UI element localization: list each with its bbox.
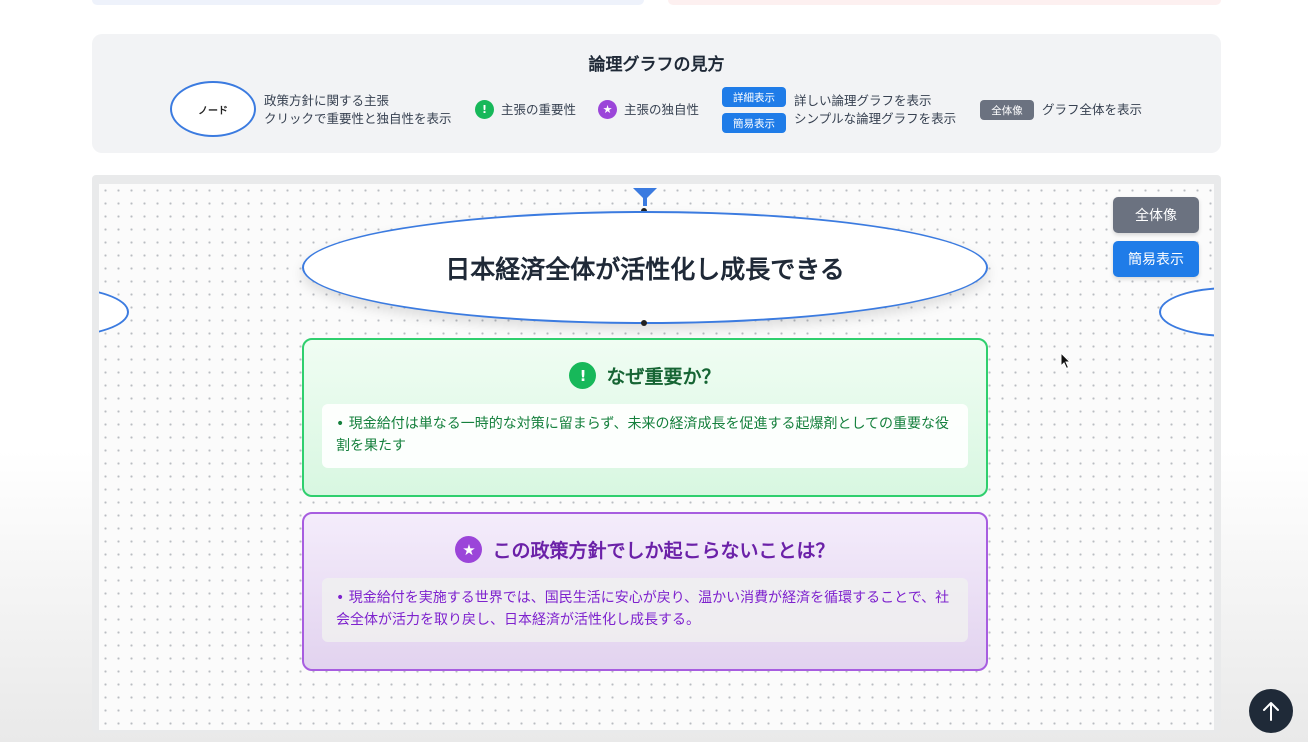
neighbor-node-right[interactable]: [1159, 287, 1214, 337]
legend-node-desc-line1: 政策方針に関する主張: [264, 93, 390, 108]
uniqueness-text: • 現金給付を実施する世界では、国民生活に安心が戻り、温かい消費が経済を循環する…: [322, 578, 968, 642]
legend-node-desc-line2: クリックで重要性と独自性を表示: [264, 111, 452, 126]
importance-panel: ! なぜ重要か？ • 現金給付は単なる一時的な対策に留まらず、未来の経済成長を促…: [302, 338, 988, 497]
legend-view-description: 詳しい論理グラフを表示 シンプルな論理グラフを表示: [794, 92, 956, 128]
uniqueness-panel: ★ この政策方針でしか起こらないことは？ • 現金給付を実施する世界では、国民生…: [302, 512, 988, 671]
star-icon: ★: [455, 536, 483, 563]
importance-text: • 現金給付は単なる一時的な対策に留まらず、未来の経済成長を促進する起爆剤として…: [322, 404, 968, 468]
uniqueness-heading: この政策方針でしか起こらないことは？: [492, 540, 835, 562]
importance-heading-row: ! なぜ重要か？: [304, 362, 986, 389]
scroll-to-top-button[interactable]: [1249, 689, 1293, 733]
connector-handle-bottom[interactable]: [641, 320, 647, 326]
overview-button[interactable]: 全体像: [1113, 197, 1199, 233]
legend-uniqueness-label: 主張の独自性: [624, 102, 700, 117]
importance-icon: !: [475, 100, 494, 119]
legend-title: 論理グラフの見方: [588, 55, 725, 75]
incoming-arrow-icon: [633, 188, 657, 206]
arrow-up-icon: [1263, 702, 1279, 721]
legend-importance-label: 主張の重要性: [501, 102, 577, 117]
legend-detail-button: 詳細表示: [722, 87, 786, 107]
graph-canvas[interactable]: 日本経済全体が活性化し成長できる ! なぜ重要か？ • 現金給付は単なる一時的な…: [99, 184, 1214, 730]
legend-node-description: 政策方針に関する主張 クリックで重要性と独自性を表示: [264, 92, 452, 128]
simple-view-button[interactable]: 簡易表示: [1113, 241, 1199, 277]
mouse-pointer-icon: [1060, 352, 1072, 370]
legend-simple-desc: シンプルな論理グラフを表示: [794, 111, 957, 126]
legend-overview-button: 全体像: [980, 100, 1034, 120]
legend-overview-desc: グラフ全体を表示: [1042, 102, 1143, 117]
graph-legend: 論理グラフの見方 ノード 政策方針に関する主張 クリックで重要性と独自性を表示 …: [92, 34, 1221, 153]
previous-card-right: [668, 0, 1221, 5]
uniqueness-star-icon: ★: [598, 100, 617, 119]
exclamation-icon: !: [569, 362, 597, 389]
legend-simple-button: 簡易表示: [722, 113, 786, 133]
uniqueness-heading-row: ★ この政策方針でしか起こらないことは？: [304, 536, 986, 563]
legend-detail-desc: 詳しい論理グラフを表示: [794, 93, 932, 108]
legend-node-sample: ノード: [170, 81, 256, 137]
previous-card-left: [92, 0, 644, 5]
importance-heading: なぜ重要か？: [606, 366, 721, 388]
neighbor-node-left[interactable]: [99, 287, 129, 337]
main-claim-node[interactable]: 日本経済全体が活性化し成長できる: [302, 211, 988, 324]
